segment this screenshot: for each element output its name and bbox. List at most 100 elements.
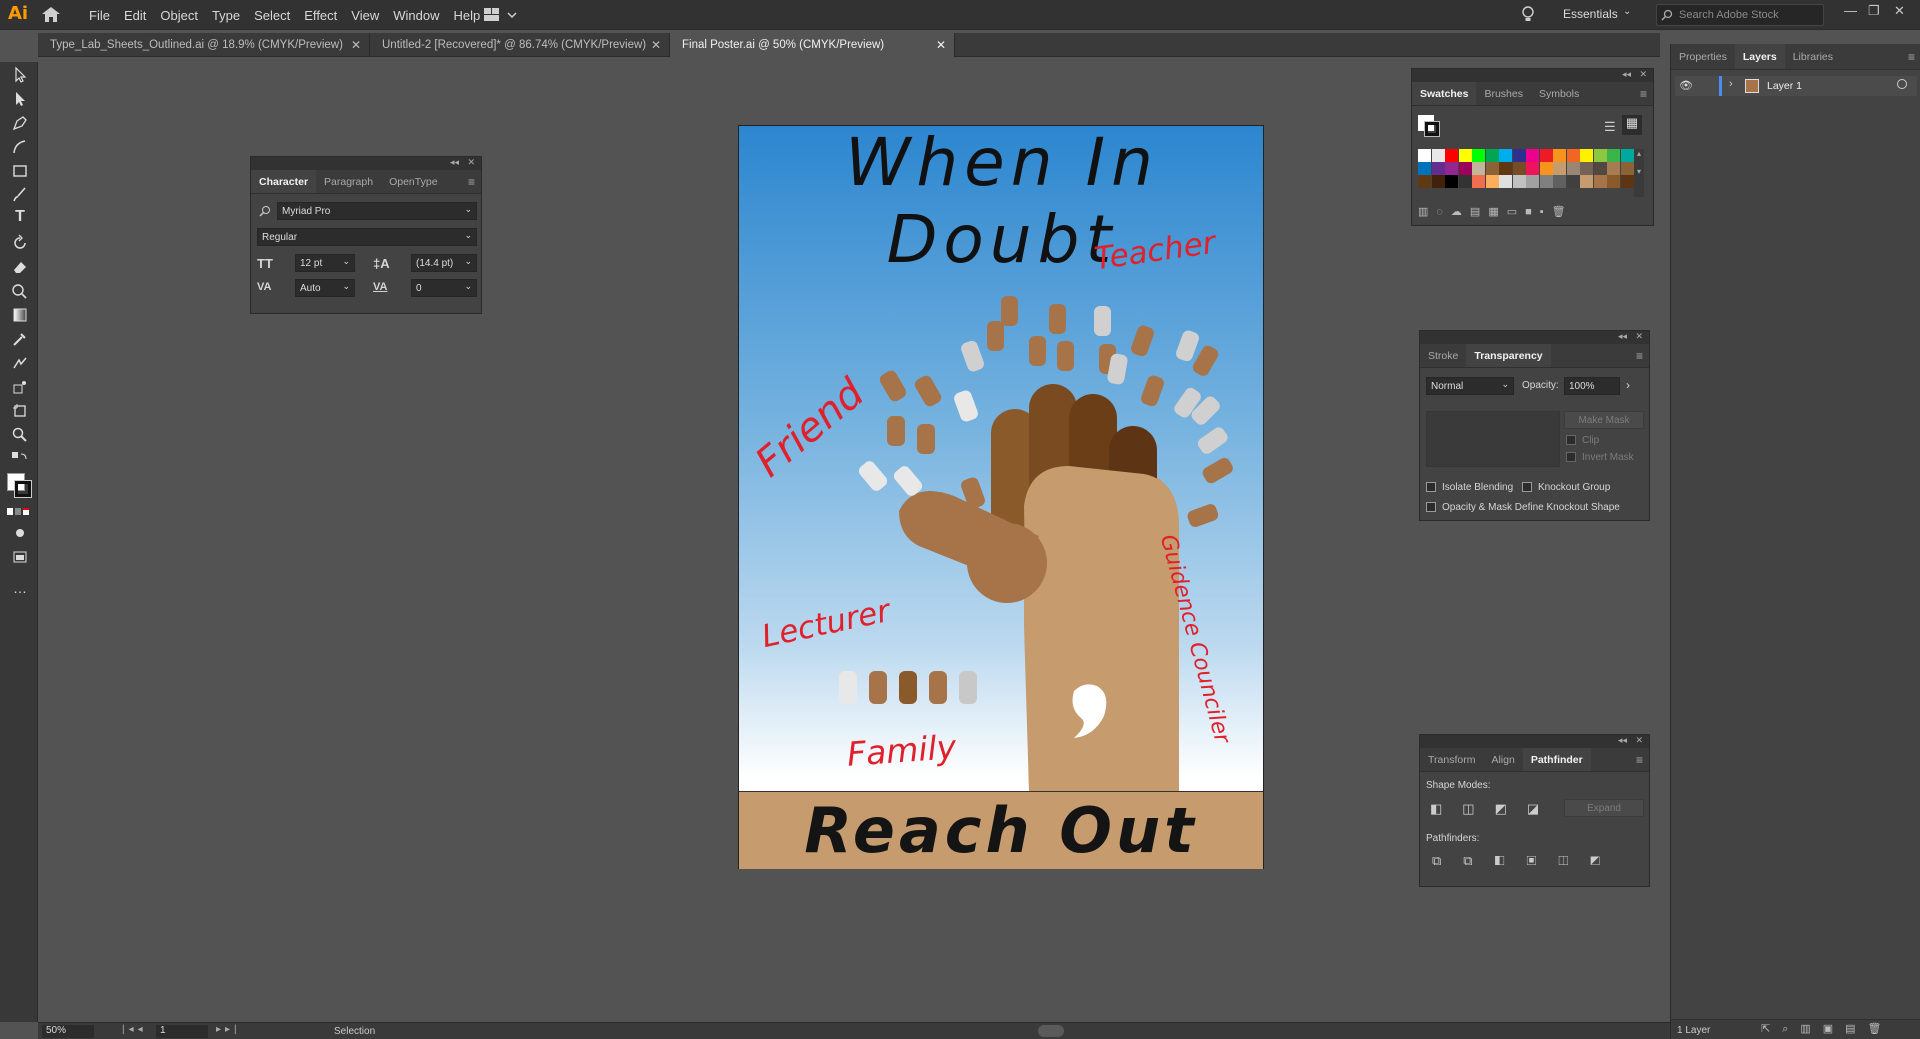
type-tool-icon[interactable]: T <box>11 208 29 226</box>
tab-pathfinder[interactable]: Pathfinder <box>1522 748 1591 771</box>
symbol-sprayer-tool-icon[interactable] <box>11 378 29 396</box>
home-icon[interactable] <box>42 7 60 22</box>
color-swatch[interactable] <box>1512 162 1526 175</box>
opacity-mask-knockout-checkbox[interactable] <box>1426 502 1436 512</box>
close-tab-icon[interactable]: ✕ <box>651 38 661 52</box>
color-swatch[interactable] <box>1472 162 1485 175</box>
color-swatch[interactable] <box>1472 149 1485 162</box>
chevron-down-icon[interactable]: ⌄ <box>1623 6 1631 17</box>
menu-window[interactable]: Window <box>386 8 446 23</box>
tab-untitled-2[interactable]: Untitled-2 [Recovered]* @ 86.74% (CMYK/P… <box>370 33 670 57</box>
layer-row[interactable]: 👁 › Layer 1 <box>1675 76 1917 96</box>
font-size-field[interactable]: 12 pt ⌄ <box>295 254 355 272</box>
swap-fill-stroke-icon[interactable] <box>11 450 29 468</box>
color-swatch[interactable] <box>1445 162 1458 175</box>
color-swatch[interactable] <box>1418 175 1431 188</box>
color-swatch[interactable] <box>1445 175 1458 188</box>
swatch-footer-icons[interactable]: ▥◌☁▤▦▭■▪🗑 <box>1418 205 1574 218</box>
stroke-swatch-preview[interactable] <box>1424 121 1440 137</box>
color-swatch[interactable] <box>1620 162 1634 175</box>
color-swatch[interactable] <box>1566 149 1580 162</box>
arrange-documents-icon[interactable] <box>484 7 522 23</box>
menu-select[interactable]: Select <box>247 8 297 23</box>
color-swatch[interactable] <box>1499 162 1512 175</box>
color-swatch[interactable] <box>1566 175 1580 188</box>
hand-illustration[interactable] <box>739 126 1263 791</box>
layer-target-icon[interactable] <box>1897 79 1907 89</box>
visibility-eye-icon[interactable]: 👁 <box>1679 79 1693 92</box>
tab-paragraph[interactable]: Paragraph <box>316 170 381 193</box>
artboard-tool-icon[interactable] <box>11 402 29 420</box>
tab-opentype[interactable]: OpenType <box>381 170 445 193</box>
color-swatch[interactable] <box>1553 175 1566 188</box>
eraser-tool-icon[interactable] <box>11 258 29 276</box>
panel-menu-icon[interactable]: ≡ <box>1908 50 1915 64</box>
close-tab-icon[interactable]: ✕ <box>936 38 946 52</box>
color-swatch[interactable] <box>1620 175 1634 188</box>
kerning-field[interactable]: Auto ⌄ <box>295 279 355 297</box>
pen-tool-icon[interactable] <box>11 114 29 132</box>
knockout-group-checkbox[interactable] <box>1522 482 1532 492</box>
tab-layers[interactable]: Layers <box>1734 44 1785 69</box>
color-swatch[interactable] <box>1485 149 1499 162</box>
color-swatch[interactable] <box>1553 149 1566 162</box>
tab-final-poster[interactable]: Final Poster.ai @ 50% (CMYK/Preview) ✕ <box>670 33 955 57</box>
workspace-switcher[interactable]: Essentials <box>1563 7 1618 21</box>
clip-checkbox[interactable] <box>1566 435 1576 445</box>
expand-arrow-icon[interactable]: › <box>1729 78 1733 90</box>
swatch-grid[interactable] <box>1418 149 1634 197</box>
color-swatch[interactable] <box>1431 149 1445 162</box>
rotate-tool-icon[interactable] <box>11 234 29 252</box>
zoom-tool-icon[interactable] <box>11 426 29 444</box>
tab-symbols[interactable]: Symbols <box>1531 82 1587 105</box>
more-tools-icon[interactable]: … <box>11 580 29 598</box>
close-window-icon[interactable]: ✕ <box>1894 3 1905 19</box>
rectangle-tool-icon[interactable] <box>11 162 29 180</box>
color-swatch[interactable] <box>1539 149 1553 162</box>
color-swatch[interactable] <box>1526 149 1539 162</box>
eyedropper-tool-icon[interactable] <box>11 330 29 348</box>
color-swatch[interactable] <box>1445 149 1458 162</box>
panel-menu-icon[interactable]: ≡ <box>1636 753 1643 767</box>
lightbulb-icon[interactable] <box>1521 6 1535 24</box>
color-swatch[interactable] <box>1607 175 1620 188</box>
tracking-field[interactable]: 0 ⌄ <box>411 279 477 297</box>
collapse-icon[interactable]: ◂◂ <box>1622 69 1631 80</box>
isolate-blending-checkbox[interactable] <box>1426 482 1436 492</box>
font-style-select[interactable]: Regular ⌄ <box>257 228 477 246</box>
tab-libraries[interactable]: Libraries <box>1785 44 1841 69</box>
collapse-icon[interactable]: ◂◂ <box>1618 331 1627 342</box>
restore-icon[interactable]: ❐ <box>1868 3 1880 19</box>
list-view-icon[interactable]: ☰ <box>1604 119 1616 135</box>
artboard-number-field[interactable]: 1 <box>156 1025 208 1038</box>
color-swatch[interactable] <box>1418 162 1431 175</box>
stock-search-input[interactable]: Search Adobe Stock <box>1656 4 1824 26</box>
color-swatch[interactable] <box>1458 162 1472 175</box>
paintbrush-tool-icon[interactable] <box>11 186 29 204</box>
minimize-icon[interactable]: — <box>1844 3 1857 18</box>
color-swatch[interactable] <box>1593 149 1607 162</box>
color-swatch[interactable] <box>1418 149 1431 162</box>
color-swatch[interactable] <box>1607 162 1620 175</box>
tab-swatches[interactable]: Swatches <box>1412 82 1477 105</box>
gradient-tool-icon[interactable] <box>11 306 29 324</box>
color-mode-buttons[interactable] <box>7 508 31 516</box>
shape-builder-tool-icon[interactable] <box>11 282 29 300</box>
make-mask-button[interactable]: Make Mask <box>1564 411 1644 429</box>
artboard-nav-prev[interactable]: |◂◂ <box>122 1024 147 1035</box>
color-swatch[interactable] <box>1512 175 1526 188</box>
invert-mask-checkbox[interactable] <box>1566 452 1576 462</box>
panel-menu-icon[interactable]: ≡ <box>1640 87 1647 101</box>
screen-mode-icon[interactable] <box>11 548 29 566</box>
tab-type-lab-sheets[interactable]: Type_Lab_Sheets_Outlined.ai @ 18.9% (CMY… <box>38 33 370 57</box>
color-swatch[interactable] <box>1431 175 1445 188</box>
menu-edit[interactable]: Edit <box>117 8 153 23</box>
color-swatch[interactable] <box>1526 175 1539 188</box>
color-swatch[interactable] <box>1566 162 1580 175</box>
blend-mode-select[interactable]: Normal ⌄ <box>1426 377 1514 395</box>
layer-name[interactable]: Layer 1 <box>1767 80 1802 92</box>
color-swatch[interactable] <box>1580 162 1593 175</box>
zoom-field[interactable]: 50% <box>42 1025 94 1038</box>
pathfinder-buttons[interactable]: ⧉⧉◧▣◫◩ <box>1432 853 1622 869</box>
color-swatch[interactable] <box>1580 149 1593 162</box>
